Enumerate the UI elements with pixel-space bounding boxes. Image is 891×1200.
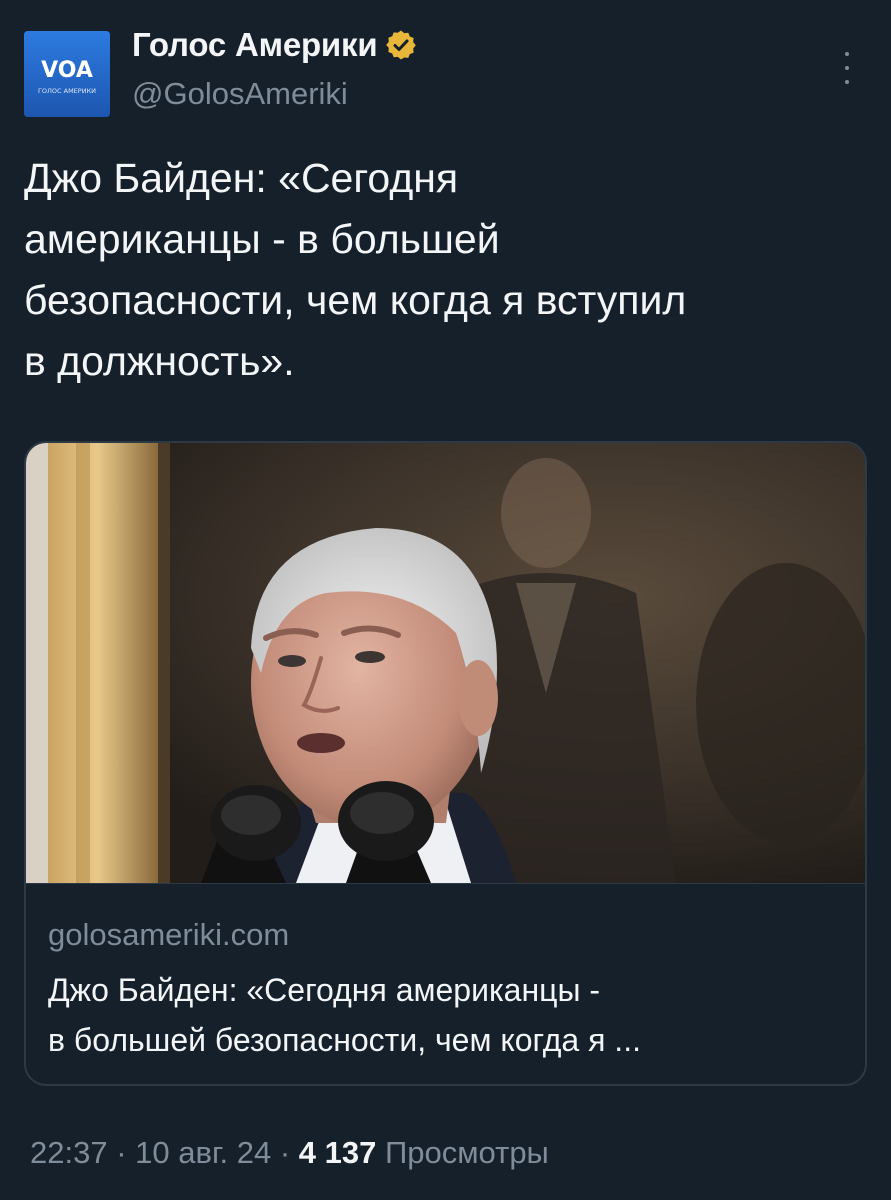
meta-separator: · bbox=[116, 1135, 127, 1170]
tweet-meta: 22:37 · 10 авг. 24 · 4 137 Просмотры bbox=[30, 1135, 549, 1171]
tweet-text-line: Джо Байден: «Сегодня bbox=[24, 155, 459, 201]
verified-badge-icon bbox=[386, 30, 417, 60]
card-domain: golosameriki.com bbox=[48, 917, 290, 952]
card-divider bbox=[26, 883, 865, 884]
author-name[interactable]: Голос Америки bbox=[132, 26, 378, 64]
link-preview-card[interactable]: golosameriki.com Джо Байден: «Сегодня ам… bbox=[24, 441, 867, 1086]
tweet-header: VOA ГОЛОС АМЕРИКИ Голос Америки @GolosAm… bbox=[24, 26, 867, 126]
speaker-photo-image bbox=[26, 443, 865, 883]
voa-logo-icon: VOA ГОЛОС АМЕРИКИ bbox=[24, 31, 110, 117]
avatar[interactable]: VOA ГОЛОС АМЕРИКИ bbox=[24, 31, 110, 117]
svg-text:ГОЛОС АМЕРИКИ: ГОЛОС АМЕРИКИ bbox=[38, 87, 96, 95]
card-title-line: в большей безопасности, чем когда я ... bbox=[48, 1022, 641, 1058]
views-label: Просмотры bbox=[384, 1135, 549, 1170]
card-title: Джо Байден: «Сегодня американцы - в боль… bbox=[48, 965, 848, 1065]
svg-text:VOA: VOA bbox=[41, 58, 93, 83]
card-photo[interactable] bbox=[26, 443, 865, 883]
tweet-time[interactable]: 22:37 bbox=[30, 1135, 108, 1170]
tweet-text-line: безопасности, чем когда я вступил bbox=[24, 277, 687, 323]
meta-separator: · bbox=[279, 1135, 291, 1170]
tweet-text-line: американцы - в большей bbox=[24, 216, 500, 262]
tweet-text-line: в должность». bbox=[24, 338, 295, 384]
tweet-text: Джо Байден: «Сегодня американцы - в боль… bbox=[24, 148, 874, 392]
more-options-icon[interactable] bbox=[841, 52, 853, 84]
author-handle[interactable]: @GolosAmeriki bbox=[132, 76, 348, 112]
views-count: 4 137 bbox=[298, 1135, 377, 1170]
card-title-line: Джо Байден: «Сегодня американцы - bbox=[48, 972, 600, 1008]
tweet-date[interactable]: 10 авг. 24 bbox=[135, 1135, 271, 1170]
